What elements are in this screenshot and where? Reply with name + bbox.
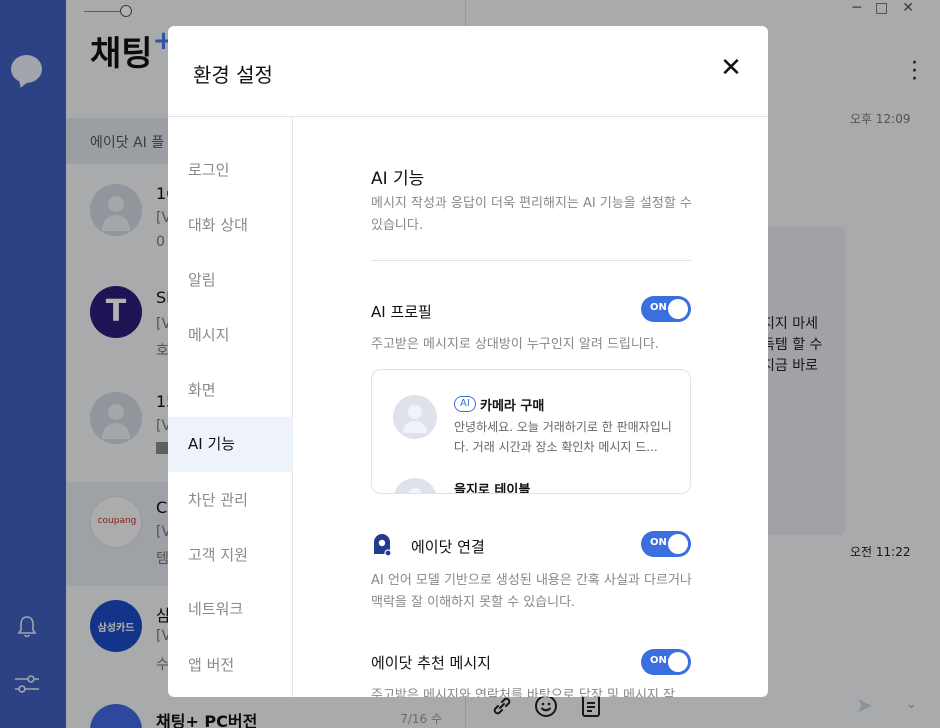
toggle-state: ON [650, 537, 667, 548]
ai-badge: AI [454, 396, 476, 412]
nav-item-login[interactable]: 로그인 [168, 143, 293, 198]
settings-nav: 로그인 대화 상대 알림 메시지 화면 AI 기능 차단 관리 고객 지원 네트… [168, 117, 293, 697]
nav-item-app-version[interactable]: 앱 버전 [168, 638, 293, 693]
preview-name: 카메라 구매 [480, 399, 545, 414]
adot-recommend-label: 에이닷 추천 메시지 [371, 654, 491, 672]
avatar [393, 478, 437, 493]
nav-item-display[interactable]: 화면 [168, 363, 293, 418]
settings-dialog: 환경 설정 ✕ 로그인 대화 상대 알림 메시지 화면 AI 기능 차단 관리 … [168, 26, 768, 697]
toggle-state: ON [650, 655, 667, 666]
nav-item-network[interactable]: 네트워크 [168, 582, 293, 637]
robot-icon [371, 532, 393, 557]
nav-item-customer-support[interactable]: 고객 지원 [168, 528, 293, 583]
ai-profile-toggle[interactable]: ON [641, 296, 691, 322]
ai-profile-preview: AI 카메라 구매 안녕하세요. 오늘 거래하기로 한 판매자입니다. 거래 시… [371, 369, 691, 494]
nav-item-notifications[interactable]: 알림 [168, 253, 293, 308]
adot-recommend-description: 주고받은 메시지와 연락처를 바탕으로 답장 및 메시지 작 [371, 688, 676, 697]
close-icon[interactable]: ✕ [716, 53, 746, 83]
settings-content: AI 기능 메시지 작성과 응답이 더욱 편리해지는 AI 기능을 설정할 수 … [293, 117, 768, 697]
adot-connect-description: AI 언어 모델 기반으로 생성된 내용은 간혹 사실과 다르거나 맥락을 잘 … [371, 573, 692, 610]
nav-item-contacts[interactable]: 대화 상대 [168, 198, 293, 253]
adot-recommend-toggle[interactable]: ON [641, 649, 691, 675]
toggle-knob [668, 299, 688, 319]
divider [371, 260, 691, 261]
adot-connect-toggle[interactable]: ON [641, 531, 691, 557]
adot-connect-label: 에이닷 연결 [411, 538, 485, 556]
avatar [393, 395, 437, 439]
toggle-knob [668, 534, 688, 554]
toggle-knob [668, 652, 688, 672]
ai-profile-label: AI 프로필 [371, 303, 432, 321]
dialog-header: 환경 설정 ✕ [168, 26, 768, 117]
nav-item-messages[interactable]: 메시지 [168, 308, 293, 363]
section-description: 메시지 작성과 응답이 더욱 편리해지는 AI 기능을 설정할 수 있습니다. [371, 196, 692, 233]
nav-item-block-management[interactable]: 차단 관리 [168, 473, 293, 528]
toggle-state: ON [650, 302, 667, 313]
ai-profile-description: 주고받은 메시지로 상대방이 누구인지 알려 드립니다. [371, 337, 659, 352]
nav-item-ai-features[interactable]: AI 기능 [168, 417, 293, 472]
preview-name-2: 을지로 테이블 [454, 483, 531, 494]
dialog-title: 환경 설정 [193, 63, 273, 87]
preview-message: 안녕하세요. 오늘 거래하기로 한 판매자입니다. 거래 시간과 장소 확인차 … [454, 420, 672, 454]
section-title: AI 기능 [371, 169, 425, 189]
